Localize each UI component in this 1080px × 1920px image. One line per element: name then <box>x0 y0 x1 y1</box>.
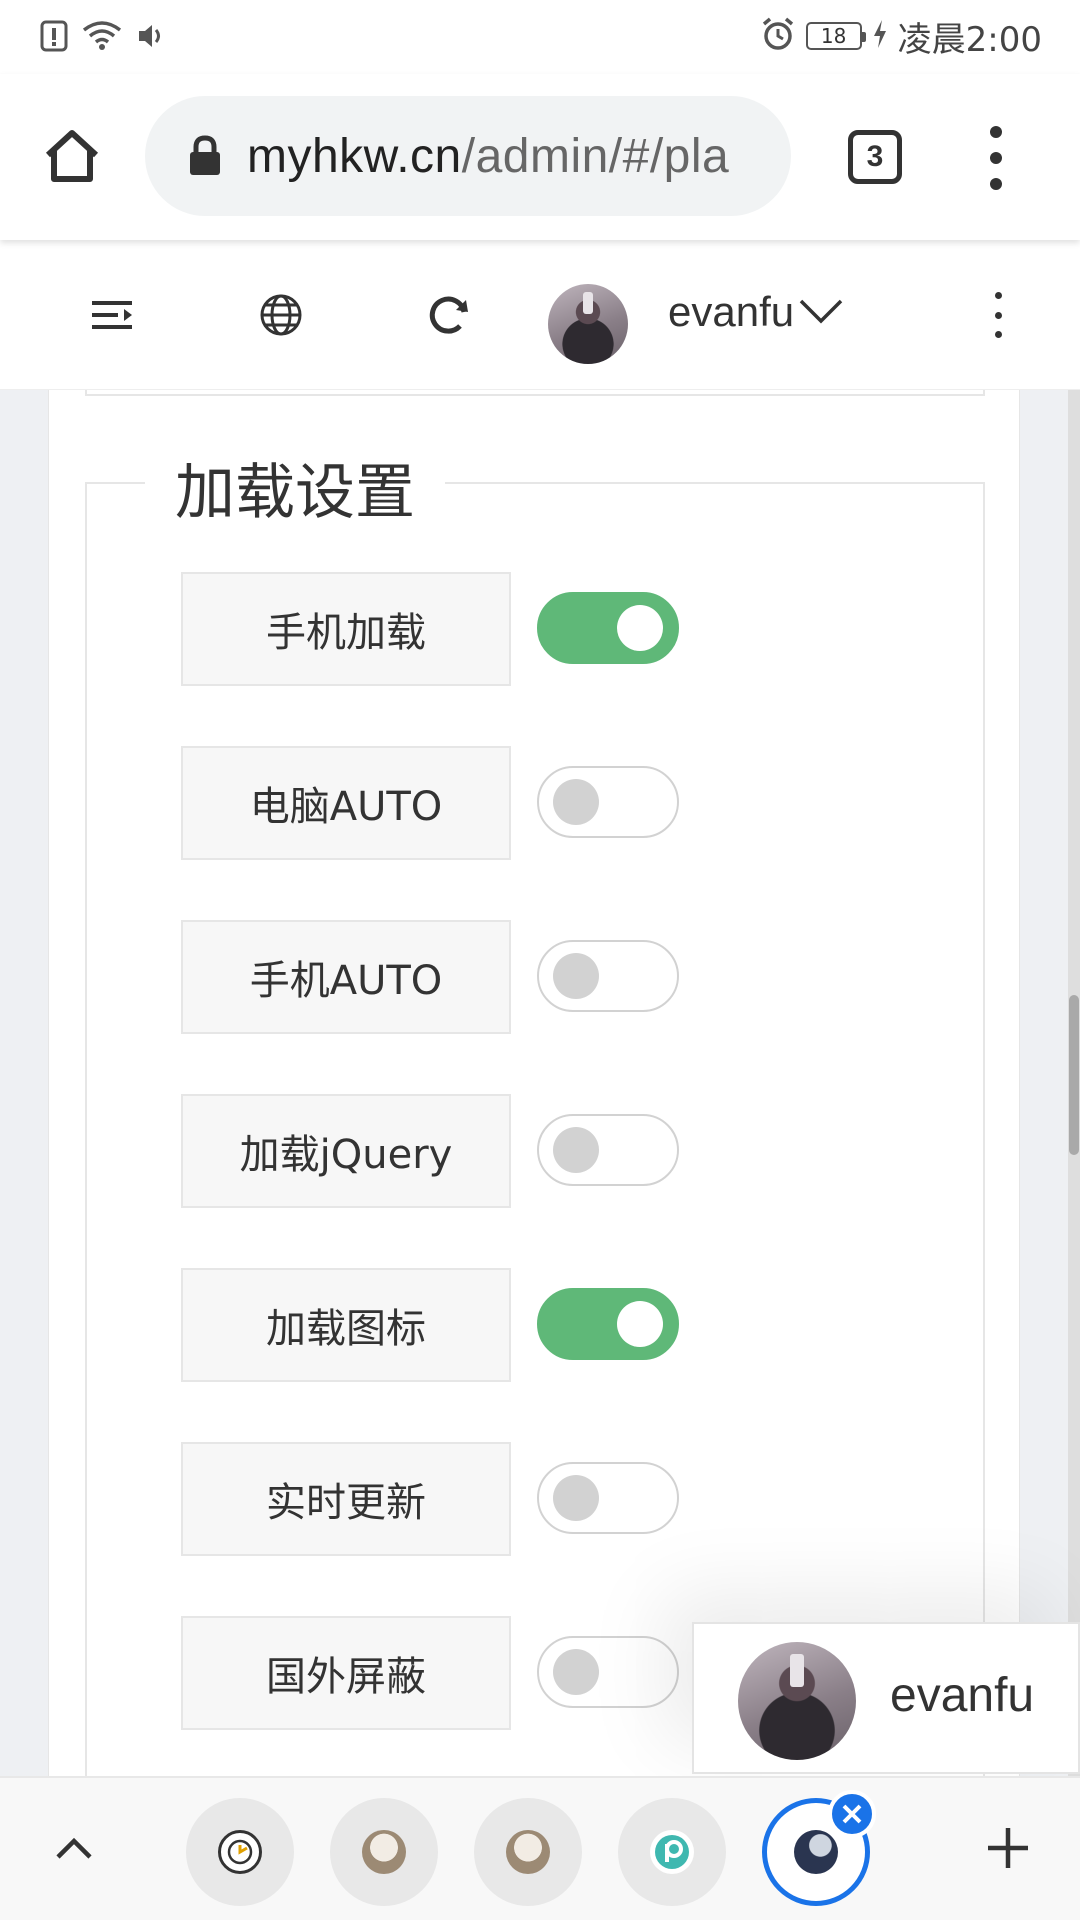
tab-count: 3 <box>866 140 884 173</box>
toggle-switch[interactable] <box>537 1114 679 1186</box>
user-card-avatar <box>738 1642 856 1760</box>
avatar[interactable] <box>548 284 628 364</box>
tab-switcher-button[interactable]: 3 <box>848 130 902 184</box>
setting-row-mobile-auto: 手机AUTO <box>181 920 701 1034</box>
more-icon[interactable] <box>988 292 1008 338</box>
toggle-switch[interactable] <box>537 1636 679 1708</box>
toggle-knob <box>553 779 599 825</box>
toggle-knob <box>617 1301 663 1347</box>
toggle-switch[interactable] <box>537 1462 679 1534</box>
chevron-up-icon[interactable] <box>44 1818 104 1878</box>
tab-bubble-1[interactable] <box>186 1798 294 1906</box>
globe-icon[interactable] <box>250 284 312 346</box>
image-favicon-icon <box>506 1830 550 1874</box>
volume-icon <box>136 21 166 56</box>
home-button[interactable] <box>36 122 108 194</box>
settings-panel: 加载设置 手机加载 电脑AUTO 手机AUTO 加载jQuery 加载图标 实时… <box>48 390 1020 1776</box>
url-host: myhkw.cn <box>247 129 462 183</box>
plus-icon[interactable] <box>978 1818 1038 1878</box>
setting-row-pc-auto: 电脑AUTO <box>181 746 701 860</box>
clock-favicon-icon <box>218 1830 262 1874</box>
user-card-name: evanfu <box>890 1669 1035 1722</box>
toggle-knob <box>553 953 599 999</box>
setting-label: 电脑AUTO <box>181 746 511 860</box>
setting-label: 实时更新 <box>181 1442 511 1556</box>
chevron-down-icon <box>798 288 844 336</box>
scrollbar-thumb[interactable] <box>1069 995 1079 1155</box>
p-logo-favicon-icon <box>650 1830 694 1874</box>
toggle-knob <box>553 1475 599 1521</box>
battery-level: 18 <box>820 24 847 48</box>
alarm-icon <box>760 16 796 57</box>
browser-toolbar: myhkw.cn/admin/#/pla 3 <box>0 74 1080 240</box>
refresh-icon[interactable] <box>418 284 480 346</box>
toggle-switch[interactable] <box>537 940 679 1012</box>
toggle-switch[interactable] <box>537 766 679 838</box>
main-content: 加载设置 手机加载 电脑AUTO 手机AUTO 加载jQuery 加载图标 实时… <box>0 390 1080 1776</box>
status-time: 凌晨2:00 <box>897 19 1042 60</box>
toggle-switch[interactable] <box>537 592 679 664</box>
section-title: 加载设置 <box>145 444 445 531</box>
status-bar: 18 凌晨2:00 <box>0 0 1080 74</box>
toggle-knob <box>617 605 663 651</box>
setting-row-realtime-update: 实时更新 <box>181 1442 701 1556</box>
user-menu[interactable]: evanfu <box>668 288 844 336</box>
close-icon[interactable] <box>828 1790 876 1838</box>
status-left-icons <box>40 18 166 58</box>
url-path: /admin/#/pla <box>461 129 730 183</box>
tab-bubble-2[interactable] <box>330 1798 438 1906</box>
toggle-knob <box>553 1127 599 1173</box>
status-right: 18 凌晨2:00 <box>760 14 1042 60</box>
tab-bubble-4[interactable] <box>618 1798 726 1906</box>
wolf-moon-favicon-icon <box>794 1830 838 1874</box>
setting-label: 国外屏蔽 <box>181 1616 511 1730</box>
setting-row-overseas-block: 国外屏蔽 <box>181 1616 701 1730</box>
setting-label: 加载jQuery <box>181 1094 511 1208</box>
overflow-menu-icon[interactable] <box>978 126 1014 190</box>
tab-bubble-3[interactable] <box>474 1798 582 1906</box>
bottom-tab-bar <box>0 1776 1080 1920</box>
setting-row-load-icons: 加载图标 <box>181 1268 701 1382</box>
previous-fieldset-edge <box>85 390 985 396</box>
header-username: evanfu <box>668 288 795 335</box>
setting-label: 加载图标 <box>181 1268 511 1382</box>
toggle-knob <box>553 1649 599 1695</box>
setting-row-mobile-load: 手机加载 <box>181 572 701 686</box>
setting-row-load-jquery: 加载jQuery <box>181 1094 701 1208</box>
user-card[interactable]: evanfu <box>692 1622 1080 1774</box>
alert-icon <box>40 20 68 57</box>
image-favicon-icon <box>362 1830 406 1874</box>
toggle-switch[interactable] <box>537 1288 679 1360</box>
battery-icon: 18 <box>805 22 866 50</box>
wifi-icon <box>82 20 122 57</box>
setting-label: 手机AUTO <box>181 920 511 1034</box>
lock-icon <box>185 132 225 180</box>
home-icon <box>42 127 102 190</box>
setting-label: 手机加载 <box>181 572 511 686</box>
admin-header: evanfu <box>0 240 1080 390</box>
charging-icon <box>872 19 888 54</box>
menu-toggle-icon[interactable] <box>82 284 144 346</box>
url-text: myhkw.cn/admin/#/pla <box>247 129 757 184</box>
address-bar[interactable]: myhkw.cn/admin/#/pla <box>145 96 791 216</box>
